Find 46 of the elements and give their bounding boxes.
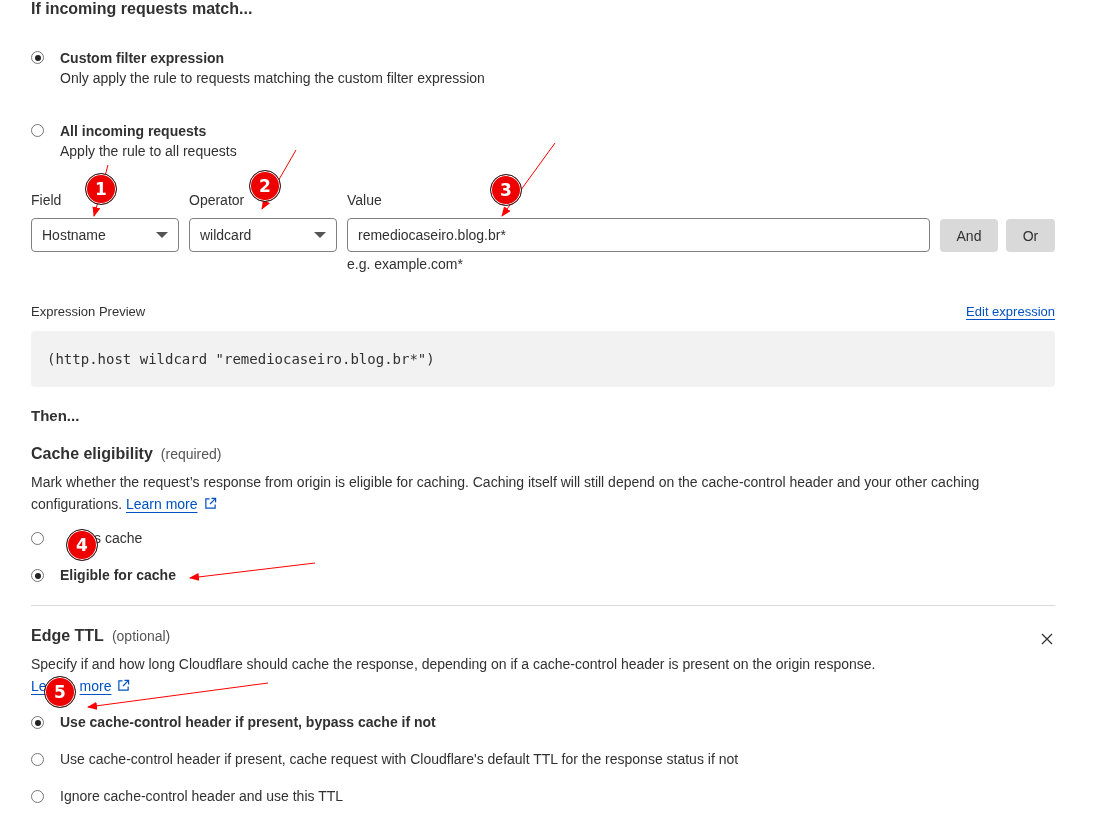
edit-expression-link[interactable]: Edit expression [966,303,1055,321]
annotation-badge: 3 [490,174,522,206]
annotation-badge: 1 [85,173,117,205]
field-hint: e.g. example.com* [347,255,464,273]
operator-label: Operator [189,191,246,209]
radio-button[interactable] [31,790,44,803]
learn-more-link[interactable]: Learn more [125,496,198,512]
option-label: Use cache-control header if present, cache request with Cloudflare's default TTL for the response status if not [60,750,739,769]
option-description: Only apply the rule to requests matching the custom filter expression [60,69,485,88]
field-label: Field [31,191,63,209]
caret-icon [314,232,326,238]
section-note: (required) [160,446,222,462]
section-title: Edge TTL [31,627,104,645]
section-heading: If incoming requests match... [31,0,254,18]
option-description: Apply the rule to all requests [60,142,237,161]
or-button[interactable]: Or [1006,219,1055,252]
expression-preview: (http.host wildcard "remediocaseiro.blog.br*") [31,331,1055,387]
operator-select[interactable]: wildcard [189,218,337,252]
option-label: Custom filter expression [60,49,226,68]
option-label: Eligible for cache [60,566,176,585]
radio-button[interactable] [31,124,44,137]
radio-button[interactable] [31,753,44,766]
annotation-badge: 2 [249,170,281,202]
and-button[interactable]: And [940,219,998,252]
section-description: Specify if and how long Cloudflare should cache the response, depending on if a cache-control header is present on the origin response. [31,655,877,674]
close-icon[interactable] [1041,633,1053,645]
radio-button[interactable] [31,51,44,64]
radio-button[interactable] [31,716,44,729]
section-description: Mark whether the request’s response from origin is eligible for caching. Caching itself will still depend on the cache-control header and your other caching configurations. Learn more [31,473,981,514]
section-note: (optional) [111,628,171,644]
external-link-icon [203,497,217,510]
caret-icon [156,232,168,238]
option-label: All incoming requests [60,122,208,141]
radio-button[interactable] [31,532,44,545]
value-field[interactable]: remediocaseiro.blog.br* [347,218,930,252]
value-label: Value [347,191,383,209]
option-label: Use cache-control header if present, bypass cache if not [60,713,436,732]
preview-label: Expression Preview [31,303,146,321]
field-select[interactable]: Hostname [31,218,179,252]
section-title: Cache eligibility [31,445,153,463]
learn-more-link[interactable]: Le [31,678,47,694]
radio-button[interactable] [31,569,44,582]
learn-more-link[interactable]: more [79,678,112,694]
then-heading: Then... [31,407,81,425]
external-link-icon [117,679,131,692]
option-label: Ignore cache-control header and use this TTL [60,787,344,806]
